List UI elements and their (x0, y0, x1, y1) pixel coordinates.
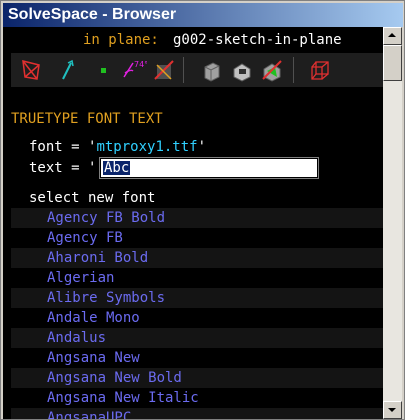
section-title: TRUETYPE FONT TEXT (11, 111, 163, 127)
text-param: text = ' (29, 160, 96, 176)
sweep-icon[interactable] (259, 57, 285, 83)
header-row: in plane: g002-sketch-in-plane (3, 27, 383, 53)
extrude-icon[interactable] (199, 57, 225, 83)
browser-content: in plane: g002-sketch-in-plane 74° TRUET… (3, 27, 383, 419)
select-font-label: select new font (29, 190, 156, 206)
font-list-item[interactable]: Algerian (11, 268, 383, 288)
browser-window: SolveSpace - Browser in plane: g002-sket… (0, 0, 405, 420)
point-icon[interactable] (91, 57, 117, 83)
arrow-up-icon (388, 33, 396, 37)
font-list-item[interactable]: AngsanaUPC (11, 408, 383, 419)
vertical-scrollbar[interactable] (383, 27, 402, 419)
font-param-close: ' (197, 139, 207, 155)
lathe-icon[interactable] (229, 57, 255, 83)
font-list: Agency FB Bold Agency FB Aharoni Bold Al… (11, 208, 383, 419)
svg-text:74°: 74° (134, 60, 147, 69)
font-list-item[interactable]: Aharoni Bold (11, 248, 383, 268)
scroll-down-button[interactable] (383, 401, 402, 419)
constraint-off-icon[interactable] (151, 57, 177, 83)
arrow-icon[interactable] (55, 57, 81, 83)
scroll-up-button[interactable] (383, 27, 402, 45)
font-param-label: font = ' (29, 139, 97, 155)
toolbar-separator-2 (293, 57, 294, 83)
plane-label: in plane: (83, 32, 159, 48)
text-edit-selection: Abc (103, 160, 131, 176)
font-list-item[interactable]: Andalus (11, 328, 383, 348)
title-bar[interactable]: SolveSpace - Browser (3, 3, 403, 27)
text-param-label: text = ' (29, 160, 97, 176)
toolbar: 74° (11, 53, 383, 87)
font-list-item[interactable]: Angsana New Bold (11, 368, 383, 388)
font-param-value[interactable]: mtproxy1.ttf (96, 139, 197, 155)
plane-value[interactable]: g002-sketch-in-plane (173, 32, 342, 48)
font-list-item[interactable]: Angsana New (11, 348, 383, 368)
font-list-item[interactable]: Agency FB Bold (11, 208, 383, 228)
arrow-down-icon (388, 408, 396, 412)
font-list-item[interactable]: Andale Mono (11, 308, 383, 328)
angle-icon[interactable]: 74° (121, 57, 148, 83)
construction-toggle-icon[interactable] (19, 57, 45, 83)
font-list-item[interactable]: Angsana New Italic (11, 388, 383, 408)
toolbar-separator (183, 57, 184, 83)
font-list-item[interactable]: Agency FB (11, 228, 383, 248)
font-list-item[interactable]: Alibre Symbols (11, 288, 383, 308)
font-param: font = 'mtproxy1.ttf' (29, 139, 206, 155)
workplane-icon[interactable] (307, 57, 333, 83)
scroll-thumb[interactable] (383, 45, 402, 81)
window-title: SolveSpace - Browser (8, 6, 177, 23)
text-edit-field[interactable]: Abc (99, 157, 319, 179)
